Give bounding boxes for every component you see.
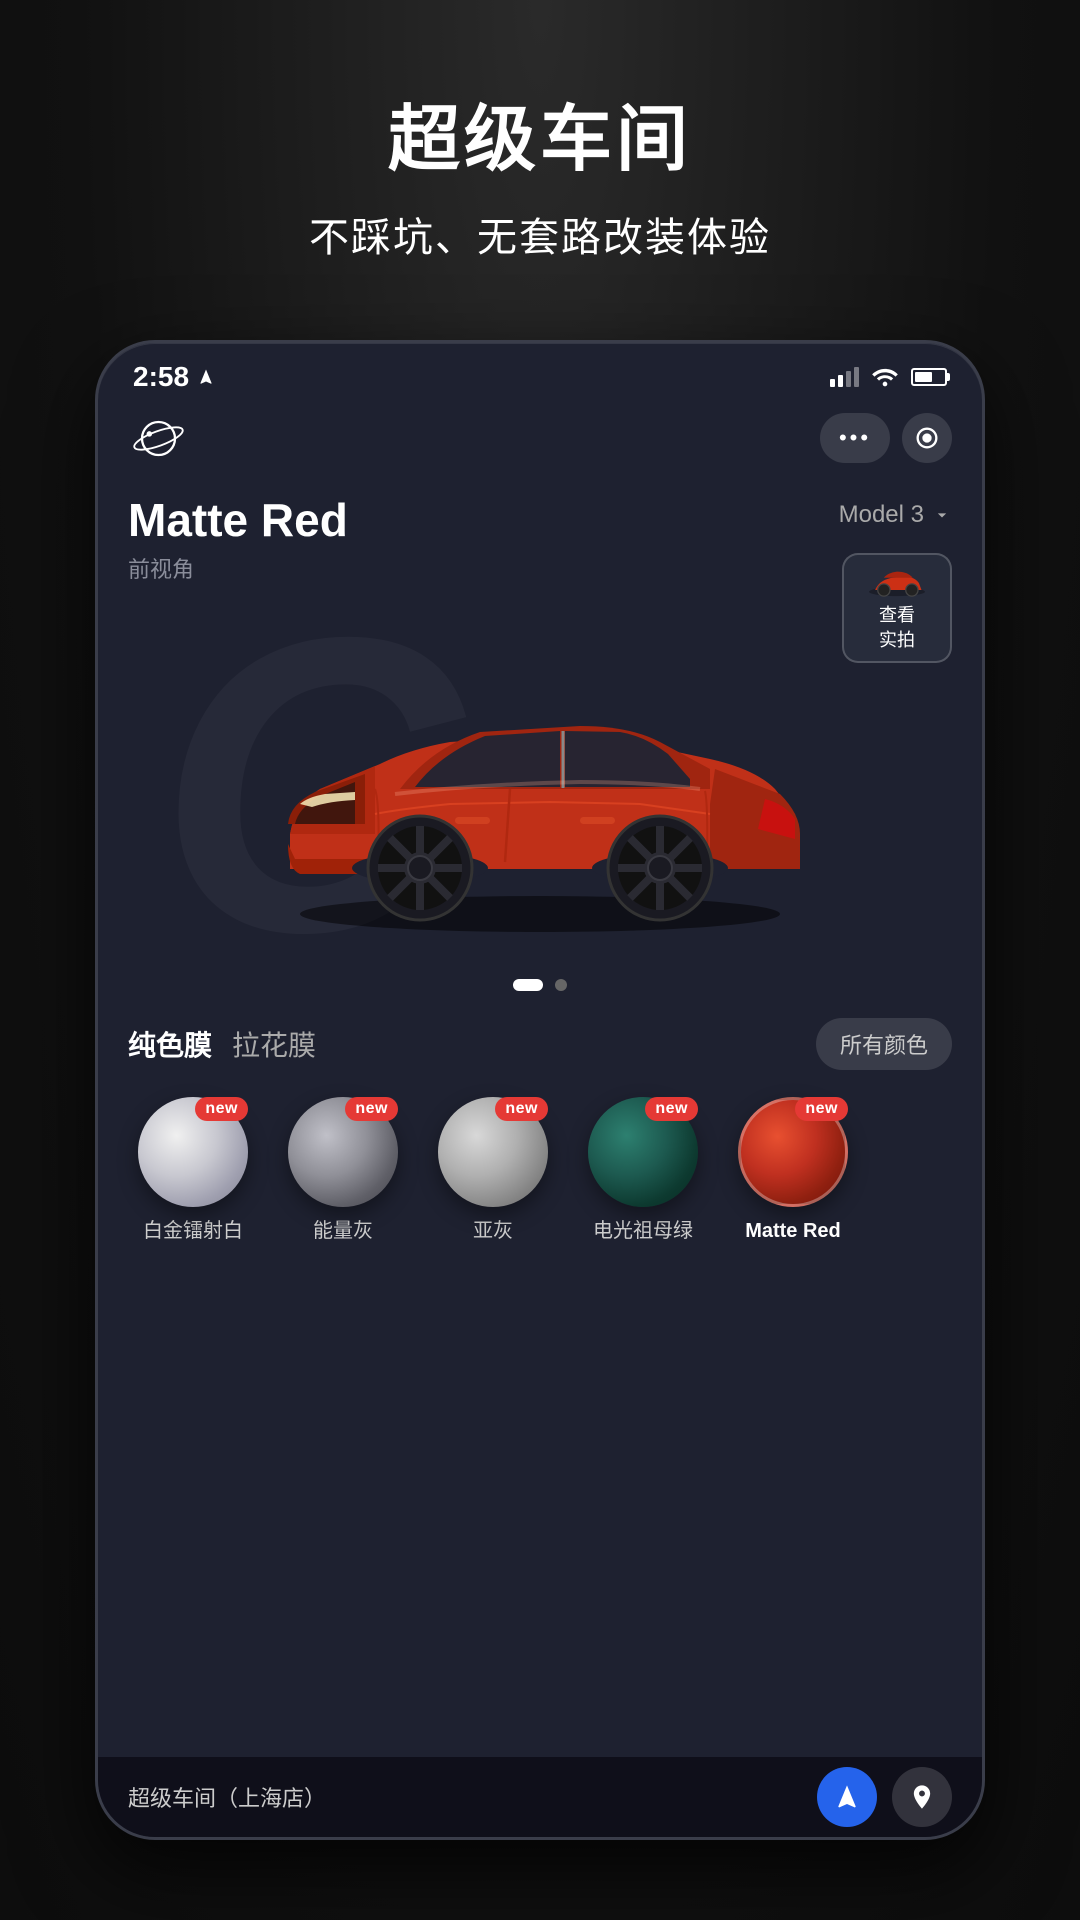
location-icon xyxy=(908,1783,936,1811)
record-icon xyxy=(913,424,941,452)
navigate-icon xyxy=(833,1783,861,1811)
car-name: Matte Red xyxy=(128,493,348,547)
tab-brushed-film[interactable]: 拉花膜 xyxy=(232,1016,336,1072)
new-badge-matte-red: new xyxy=(795,1097,848,1121)
color-item-teal-green[interactable]: new 电光祖母绿 xyxy=(578,1097,708,1245)
signal-icon xyxy=(830,367,859,387)
new-badge-sub-gray: new xyxy=(495,1097,548,1121)
app-logo xyxy=(128,408,188,468)
app-header: ••• xyxy=(98,398,982,483)
color-item-matte-red[interactable]: new Matte Red xyxy=(728,1097,858,1245)
car-illustration xyxy=(200,604,880,944)
navigation-button[interactable] xyxy=(817,1767,877,1827)
color-label-energy-gray: 能量灰 xyxy=(313,1217,373,1245)
car-section: Matte Red 前视角 Model 3 查看 实拍 xyxy=(98,483,982,584)
color-label-white-gold: 白金镭射白 xyxy=(143,1217,243,1245)
all-colors-button[interactable]: 所有颜色 xyxy=(816,1018,952,1070)
color-item-energy-gray[interactable]: new 能量灰 xyxy=(278,1097,408,1245)
new-badge-energy-gray: new xyxy=(345,1097,398,1121)
swatch-wrapper-matte-red: new xyxy=(738,1097,848,1207)
sub-title: 不踩坑、无套路改装体验 xyxy=(0,205,1080,263)
new-badge-teal-green: new xyxy=(645,1097,698,1121)
secondary-nav-button[interactable] xyxy=(892,1767,952,1827)
status-bar: 2:58 xyxy=(98,343,982,398)
photo-preview-text: 查看 实拍 xyxy=(879,603,915,653)
swatch-wrapper-energy-gray: new xyxy=(288,1097,398,1207)
time-display: 2:58 xyxy=(133,361,189,393)
color-label-matte-red: Matte Red xyxy=(745,1217,841,1245)
chevron-down-icon xyxy=(932,505,952,525)
record-button[interactable] xyxy=(902,413,952,463)
page-dot-1[interactable] xyxy=(513,979,543,991)
photo-preview-button[interactable]: 查看 实拍 xyxy=(842,553,952,663)
car-title-row: Matte Red 前视角 Model 3 xyxy=(128,493,952,584)
color-item-sub-gray[interactable]: new 亚灰 xyxy=(428,1097,558,1245)
bottom-bar: 超级车间（上海店） xyxy=(98,1757,982,1837)
color-item-white-gold[interactable]: new 白金镭射白 xyxy=(128,1097,258,1245)
main-title: 超级车间 xyxy=(0,80,1080,185)
logo-icon xyxy=(131,411,186,466)
color-label-teal-green: 电光祖母绿 xyxy=(593,1217,693,1245)
wifi-icon xyxy=(871,367,899,387)
phone-mockup: 2:58 xyxy=(95,340,985,1840)
model-name: Model 3 xyxy=(839,501,924,529)
thumbnail-car-icon xyxy=(862,563,932,603)
location-text: 超级车间（上海店） xyxy=(128,1781,802,1813)
more-dots: ••• xyxy=(839,425,871,451)
model-selector[interactable]: Model 3 xyxy=(839,501,952,529)
color-label-sub-gray: 亚灰 xyxy=(473,1217,513,1245)
color-swatches: new 白金镭射白 new 能量灰 new 亚灰 new xyxy=(98,1082,982,1265)
location-arrow-icon xyxy=(197,368,215,386)
status-time: 2:58 xyxy=(133,361,215,393)
film-tabs: 纯色膜 拉花膜 所有颜色 xyxy=(98,1006,982,1082)
header-actions: ••• xyxy=(820,413,952,463)
page-dot-2[interactable] xyxy=(555,979,567,991)
more-button[interactable]: ••• xyxy=(820,413,890,463)
status-right xyxy=(830,367,947,387)
swatch-wrapper-sub-gray: new xyxy=(438,1097,548,1207)
top-section: 超级车间 不踩坑、无套路改装体验 xyxy=(0,80,1080,263)
new-badge-white-gold: new xyxy=(195,1097,248,1121)
swatch-wrapper-teal-green: new xyxy=(588,1097,698,1207)
tab-solid-film[interactable]: 纯色膜 xyxy=(128,1016,232,1072)
car-info-left: Matte Red 前视角 xyxy=(128,493,348,584)
pagination xyxy=(98,964,982,1006)
battery-icon xyxy=(911,368,947,386)
car-angle: 前视角 xyxy=(128,552,348,584)
battery-fill xyxy=(915,372,932,382)
swatch-wrapper-white-gold: new xyxy=(138,1097,248,1207)
